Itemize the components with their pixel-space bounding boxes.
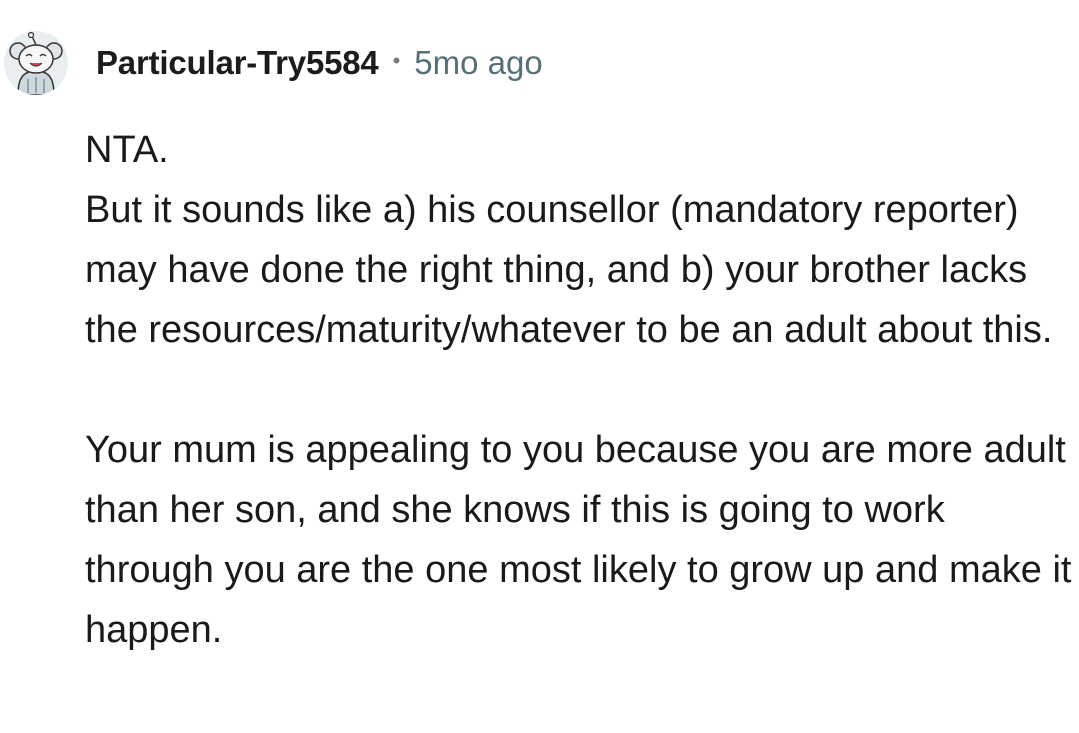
comment-body: NTA. But it sounds like a) his counsello… bbox=[85, 120, 1075, 660]
avatar[interactable] bbox=[4, 31, 68, 95]
snoo-avatar-icon bbox=[4, 31, 68, 95]
comment-paragraph: NTA. bbox=[85, 129, 169, 171]
comment-header: Particular-Try5584 • 5mo ago bbox=[4, 28, 543, 98]
comment: Particular-Try5584 • 5mo ago NTA. But it… bbox=[0, 0, 1079, 733]
comment-paragraph: Your mum is appealing to you because you… bbox=[85, 429, 1072, 651]
comment-paragraph: But it sounds like a) his counsellor (ma… bbox=[85, 189, 1053, 351]
author-username[interactable]: Particular-Try5584 bbox=[96, 44, 379, 82]
comment-age[interactable]: 5mo ago bbox=[414, 44, 542, 82]
meta-separator: • bbox=[392, 48, 401, 73]
